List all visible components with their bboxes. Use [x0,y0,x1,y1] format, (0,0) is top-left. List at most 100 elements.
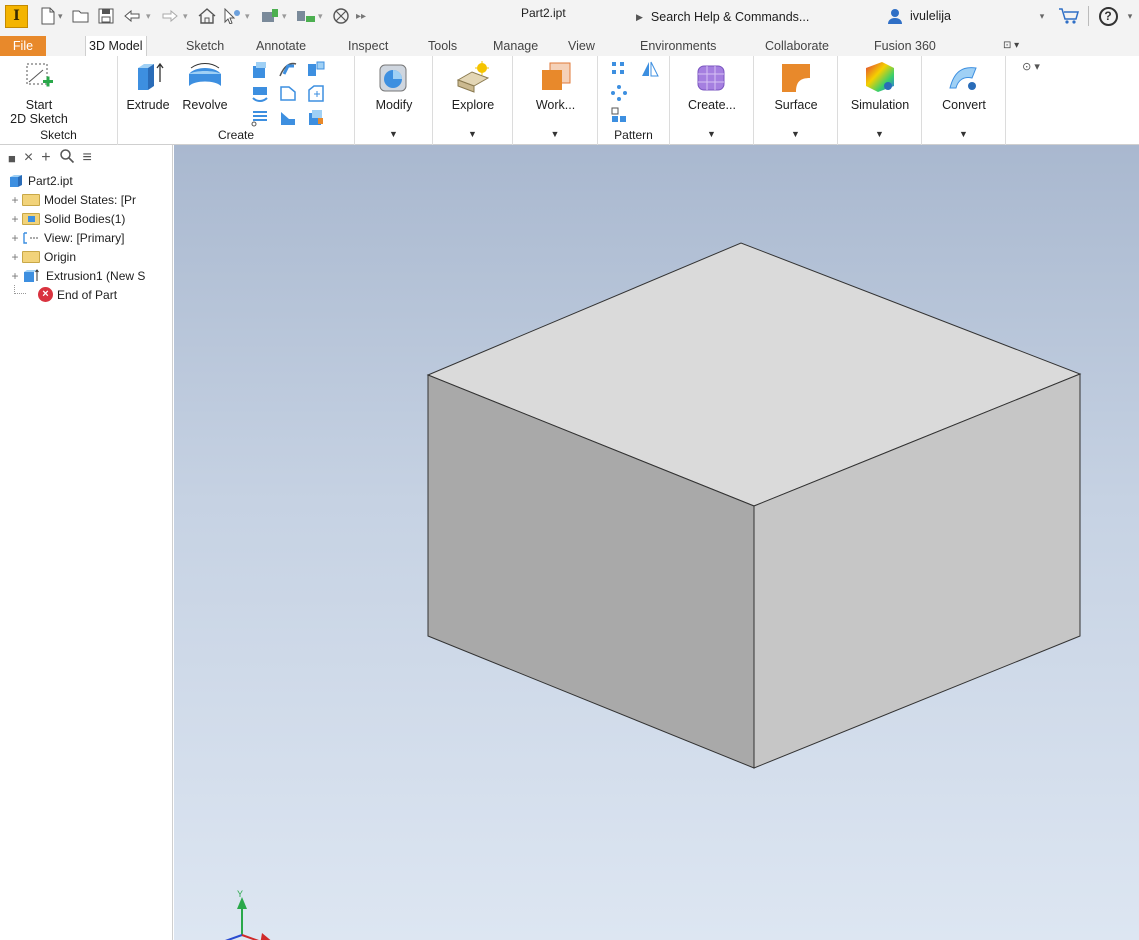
tree-item-label: Solid Bodies(1) [44,211,126,226]
close-icon[interactable]: × [24,149,33,167]
modify-dropdown-icon[interactable]: ▼ [355,129,432,139]
rectangular-pattern-icon[interactable] [610,60,628,78]
tree-item-solid-bodies[interactable]: + Solid Bodies(1) [0,209,173,228]
loft-icon[interactable] [250,60,270,80]
freeform-group: Create... ▼ [670,56,754,145]
work-features-button[interactable]: Work... [517,60,594,112]
explore-dropdown-icon[interactable]: ▼ [433,129,512,139]
import-icon[interactable] [306,108,326,128]
appearance-dropdown-icon[interactable]: ▾ [282,4,287,28]
open-folder-icon[interactable] [72,4,90,28]
tab-file[interactable]: File [0,36,46,56]
modify-icon [379,64,407,92]
tree-root-part[interactable]: Part2.ipt [0,171,173,190]
coil-icon[interactable] [250,84,270,104]
tab-manage[interactable]: Manage [490,36,541,56]
ribbon-options-icon[interactable]: ⊡ ▾ [1000,36,1022,56]
tab-3d-model[interactable]: 3D Model [85,36,147,56]
tree-item-origin[interactable]: + Origin [0,247,173,266]
browser-model-icon[interactable]: ■ [8,151,16,166]
tree-item-view[interactable]: + View: [Primary] [0,228,173,247]
help-dropdown-icon[interactable]: ▾ [1124,4,1136,28]
user-account[interactable]: ivulelija [886,4,951,28]
surface-dropdown-icon[interactable]: ▼ [754,129,837,139]
user-dropdown-icon[interactable]: ▾ [1036,4,1048,28]
spring-icon[interactable] [250,108,270,128]
derive-icon[interactable] [306,84,326,104]
redo-icon[interactable] [160,4,178,28]
work-label: Work... [535,98,576,112]
material-icon[interactable] [296,4,316,28]
appearance-icon[interactable] [260,4,280,28]
search-icon[interactable] [59,148,75,169]
end-of-part-icon: × [38,287,53,302]
surface-button[interactable]: Surface [758,60,834,112]
work-dropdown-icon[interactable]: ▼ [513,129,597,139]
simulation-dropdown-icon[interactable]: ▼ [838,129,921,139]
tab-inspect[interactable]: Inspect [345,36,391,56]
start-2d-sketch-button[interactable]: Start 2D Sketch [8,60,70,126]
tree-item-end-of-part[interactable]: × End of Part [0,285,173,304]
expand-icon[interactable]: + [8,212,22,226]
tree-item-model-states[interactable]: + Model States: [Pr [0,190,173,209]
search-help-input[interactable]: ▶ Search Help & Commands... [630,5,870,29]
cart-icon[interactable] [1056,4,1082,28]
tab-collaborate[interactable]: Collaborate [762,36,832,56]
app-logo[interactable]: I [5,5,28,28]
convert-group: Convert ▼ [922,56,1006,145]
revolve-button[interactable]: Revolve [176,60,234,112]
simulation-button[interactable]: Simulation [840,60,920,112]
explore-button[interactable]: Explore [437,60,509,112]
graphics-viewport[interactable]: Y [174,145,1139,940]
undo-dropdown-icon[interactable]: ▾ [146,4,151,28]
search-caret-icon: ▶ [636,11,643,22]
ribbon-more-dropdown-icon[interactable]: ⊙ ▾ [1014,60,1048,74]
tab-sketch[interactable]: Sketch [183,36,227,56]
folder-icon [22,193,40,206]
expand-icon[interactable]: + [8,250,22,264]
select-dropdown-icon[interactable]: ▾ [245,4,250,28]
help-icon[interactable]: ? [1096,4,1120,28]
tab-tools[interactable]: Tools [425,36,460,56]
tab-environments[interactable]: Environments [637,36,719,56]
clear-appearance-icon[interactable] [332,4,350,28]
convert-icon [949,67,977,90]
select-filter-icon[interactable] [222,4,242,28]
new-dropdown-icon[interactable]: ▾ [58,4,63,28]
material-dropdown-icon[interactable]: ▾ [318,4,323,28]
convert-dropdown-icon[interactable]: ▼ [922,129,1005,139]
modify-button[interactable]: Modify [359,60,429,112]
expand-icon[interactable]: + [8,231,22,245]
save-icon[interactable] [98,4,114,28]
menu-icon[interactable]: ≡ [83,149,92,167]
convert-button[interactable]: Convert [926,60,1002,112]
redo-dropdown-icon[interactable]: ▾ [183,4,188,28]
undo-icon[interactable] [124,4,142,28]
circular-pattern-icon[interactable] [610,84,628,102]
tree-item-label: View: [Primary] [44,230,125,245]
add-icon[interactable]: + [41,149,50,167]
cube-model[interactable]: Y [174,145,1139,940]
sketch-pattern-icon[interactable] [610,106,628,124]
new-document-icon[interactable] [40,4,56,28]
tab-annotate[interactable]: Annotate [253,36,309,56]
simulation-icon [866,62,894,92]
home-icon[interactable] [198,4,216,28]
expand-icon[interactable]: + [8,269,22,283]
decal-icon[interactable] [278,108,298,128]
tree-item-extrusion1[interactable]: + Extrusion1 (New S [0,266,173,285]
emboss-icon[interactable] [278,84,298,104]
modify-label: Modify [375,98,413,112]
ribbon-panel: Start 2D Sketch Sketch Extrude Revolve C… [0,56,1139,145]
rib-icon[interactable] [306,60,326,80]
tab-view[interactable]: View [565,36,598,56]
create-freeform-button[interactable]: Create... [674,60,750,112]
expand-icon[interactable]: + [8,193,22,207]
freeform-dropdown-icon[interactable]: ▼ [670,129,753,139]
sweep-icon[interactable] [278,60,298,80]
extrude-button[interactable]: Extrude [120,60,176,112]
mirror-icon[interactable] [640,60,660,78]
view-triad[interactable]: Y [214,889,274,940]
more-qa-icon[interactable]: ▸▸ [356,4,366,28]
tab-fusion-360[interactable]: Fusion 360 [871,36,939,56]
